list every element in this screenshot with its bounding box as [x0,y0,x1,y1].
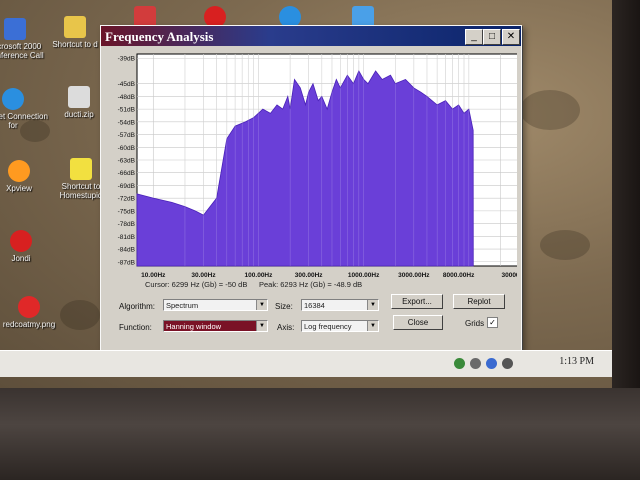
desktop-icon-internet-connection[interactable]: Internet Connection for [0,88,48,130]
x-tick-label: 30000.00Hz [501,272,517,279]
y-tick-label: -75dB [118,208,135,215]
y-tick-label: -54dB [118,119,135,126]
frequency-analysis-dialog: Frequency Analysis _ □ ✕ -39dB -45dB -48dB… [100,25,522,357]
algorithm-value: Spectrum [166,301,199,310]
x-tick-label: 100.00Hz [245,272,274,279]
monitor-bezel-right [612,0,640,400]
size-select[interactable]: 16384 ▼ [301,299,379,311]
folder-icon [64,16,86,38]
chevron-down-icon[interactable]: ▼ [256,321,267,331]
peak-readout: Peak: 6293 Hz (Gb) = -48.9 dB [259,280,363,289]
grids-checkbox[interactable]: ✓ [487,317,498,328]
wallpaper-crater [520,90,580,130]
function-label: Function: [119,323,152,332]
window-title: Frequency Analysis [105,29,214,44]
y-tick-label: -81dB [118,234,135,241]
zip-icon [68,86,90,108]
x-tick-label: 30.00Hz [191,272,216,279]
y-tick-label: -51dB [118,107,135,114]
y-tick-label: -57dB [118,132,135,139]
desktop-icon-jondi[interactable]: Jondi [0,230,56,263]
chevron-down-icon[interactable]: ▼ [367,300,378,310]
security-tray-icon[interactable] [502,358,513,369]
axis-select[interactable]: Log frequency ▼ [301,320,379,332]
desktop-icon-label: redcoatmy.png [2,320,56,329]
desktop-icon-redcoat[interactable]: redcoatmy.png [0,296,64,329]
ie-icon [2,88,24,110]
export-button[interactable]: Export... [391,294,443,309]
wallpaper-crater [60,300,100,330]
network-tray-icon[interactable] [454,358,465,369]
gecko-icon [10,230,32,252]
desktop-icon-label: Internet Connection for [0,112,48,130]
y-tick-label: -39dB [118,56,135,63]
cursor-readout: Cursor: 6299 Hz (Gb) = -50 dB [145,280,248,289]
algorithm-select[interactable]: Spectrum ▼ [163,299,268,311]
y-tick-label: -84dB [118,247,135,254]
desktop-icon-label: Jondi [11,254,31,263]
chevron-down-icon[interactable]: ▼ [367,321,378,331]
taskbar-clock[interactable]: 1:13 PM [559,356,594,367]
y-tick-label: -60dB [118,145,135,152]
algorithm-label: Algorithm: [119,302,156,311]
axis-label: Axis: [277,323,295,332]
bolt-icon [70,158,92,180]
chevron-down-icon[interactable]: ▼ [256,300,267,310]
y-tick-label: -48dB [118,94,135,101]
gecko-icon [18,296,40,318]
status-tray-icon[interactable] [486,358,497,369]
x-tick-label: 300.00Hz [295,272,324,279]
axis-value: Log frequency [304,322,352,331]
y-tick-label: -63dB [118,158,135,165]
size-label: Size: [275,302,293,311]
taskbar: 1:13 PM [0,350,612,377]
app-icon [4,18,26,40]
close-button[interactable]: Close [393,315,443,330]
plot-area: -39dB -45dB -48dB -51dB -54dB -57dB -60dB -63dB… [115,52,517,284]
grids-label: Grids [465,319,485,328]
spectrum-plot[interactable]: -39dB -45dB -48dB -51dB -54dB -57dB -60dB -63dB… [115,52,517,284]
function-select[interactable]: Hanning window ▼ [163,320,268,332]
close-window-button[interactable]: ✕ [502,29,520,45]
x-tick-label: 3000.00Hz [398,272,430,279]
size-value: 16384 [304,301,325,310]
maximize-button[interactable]: □ [483,29,501,45]
monitor-bezel-bottom [0,388,640,480]
x-tick-label: 8000.00Hz [443,272,475,279]
y-tick-label: -72dB [118,196,135,203]
function-value: Hanning window [166,322,222,331]
y-tick-label: -69dB [118,183,135,190]
desktop: Microsoft 2000 Conference Call Shortcut … [0,0,612,388]
minimize-button[interactable]: _ [465,29,483,45]
y-tick-label: -66dB [118,170,135,177]
title-bar[interactable]: Frequency Analysis _ □ ✕ [101,26,521,46]
wallpaper-crater [540,230,590,260]
sun-icon [8,160,30,182]
x-tick-label: 10.00Hz [141,272,166,279]
y-tick-label: -78dB [118,221,135,228]
volume-tray-icon[interactable] [470,358,481,369]
monitor-frame: Microsoft 2000 Conference Call Shortcut … [0,0,640,480]
replot-button[interactable]: Replot [453,294,505,309]
x-tick-label: 1000.00Hz [348,272,380,279]
y-tick-label: -45dB [118,81,135,88]
y-tick-label: -87dB [118,259,135,266]
